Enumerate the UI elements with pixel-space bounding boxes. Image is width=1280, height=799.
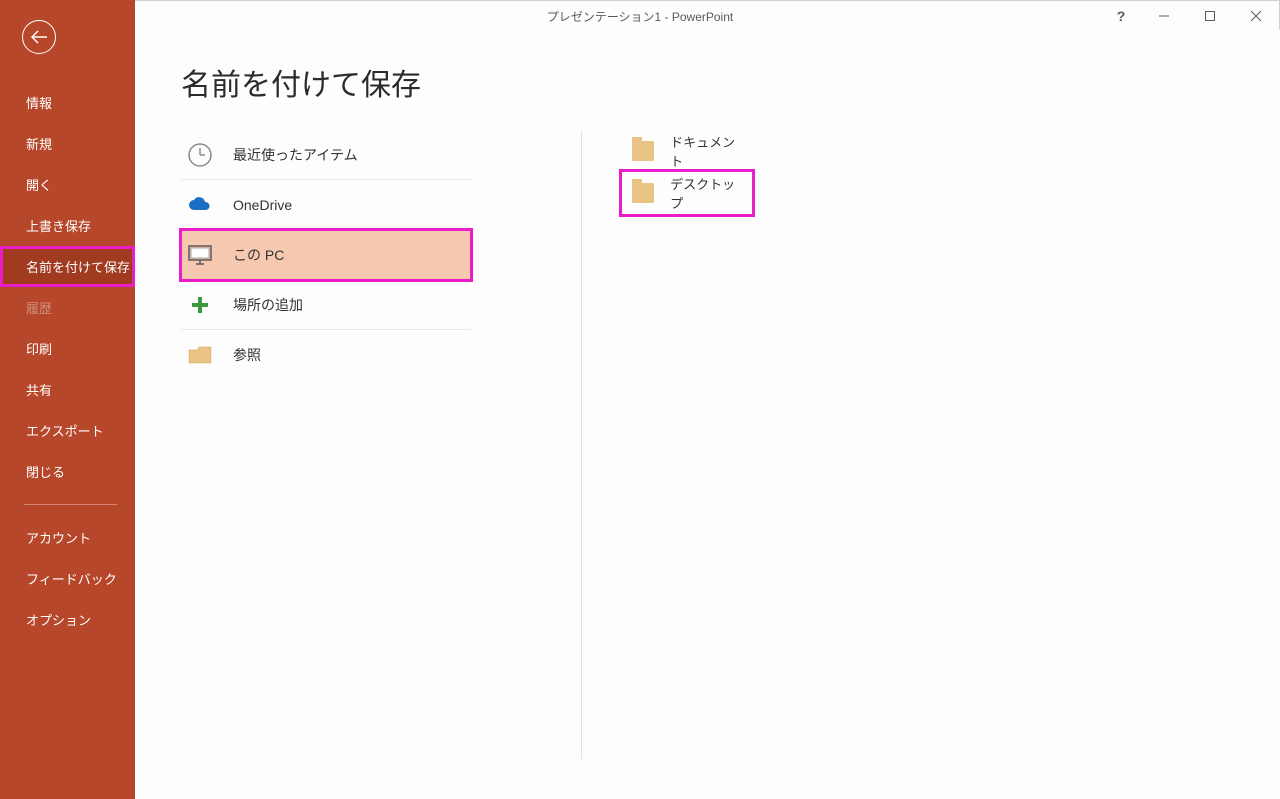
window-title: プレゼンテーション1 - PowerPoint: [547, 8, 733, 25]
close-button[interactable]: [1233, 1, 1279, 31]
arrow-left-icon: [30, 30, 48, 44]
sidebar-item-label: 情報: [26, 96, 52, 111]
location-this-pc[interactable]: この PC: [181, 230, 471, 280]
sidebar-item-label: オプション: [26, 613, 91, 628]
sidebar-item-label: 印刷: [26, 342, 52, 357]
pc-icon: [187, 242, 213, 268]
location-label: 場所の追加: [233, 295, 303, 315]
minimize-icon: [1158, 10, 1170, 22]
sidebar-item-feedback[interactable]: フィードバック: [0, 558, 135, 599]
clock-icon: [187, 142, 213, 168]
location-label: 最近使ったアイテム: [233, 145, 358, 165]
save-locations-list: 最近使ったアイテム OneDrive この PC 場所の追加 参照: [181, 130, 471, 799]
sidebar-item-info[interactable]: 情報: [0, 82, 135, 123]
plus-icon: [187, 292, 213, 318]
location-label: OneDrive: [233, 197, 292, 213]
sidebar-item-label: 開く: [26, 178, 52, 193]
help-button[interactable]: ?: [1101, 1, 1141, 31]
sidebar-item-label: 共有: [26, 383, 52, 398]
sidebar-item-label: 閉じる: [26, 465, 65, 480]
folder-icon: [187, 342, 213, 368]
back-button[interactable]: [22, 20, 56, 54]
folder-icon: [632, 183, 654, 203]
location-label: この PC: [233, 245, 284, 265]
folder-desktop[interactable]: デスクトップ: [622, 172, 752, 214]
minimize-button[interactable]: [1141, 1, 1187, 31]
folder-label: デスクトップ: [670, 174, 742, 212]
location-browse[interactable]: 参照: [181, 330, 471, 380]
window-controls: ?: [1101, 1, 1279, 31]
sidebar-item-export[interactable]: エクスポート: [0, 410, 135, 451]
maximize-button[interactable]: [1187, 1, 1233, 31]
backstage-sidebar: 情報 新規 開く 上書き保存 名前を付けて保存 履歴 印刷 共有 エクスポート …: [0, 0, 135, 799]
location-add-place[interactable]: 場所の追加: [181, 280, 471, 330]
sidebar-item-account[interactable]: アカウント: [0, 517, 135, 558]
folder-icon: [632, 141, 654, 161]
sidebar-item-save[interactable]: 上書き保存: [0, 205, 135, 246]
sidebar-item-new[interactable]: 新規: [0, 123, 135, 164]
sidebar-item-label: フィードバック: [26, 572, 117, 587]
vertical-divider: [581, 130, 582, 759]
location-onedrive[interactable]: OneDrive: [181, 180, 471, 230]
sidebar-item-open[interactable]: 開く: [0, 164, 135, 205]
location-label: 参照: [233, 345, 261, 365]
sidebar-item-share[interactable]: 共有: [0, 369, 135, 410]
sidebar-item-close[interactable]: 閉じる: [0, 451, 135, 492]
cloud-icon: [187, 192, 213, 218]
sidebar-item-options[interactable]: オプション: [0, 599, 135, 640]
maximize-icon: [1204, 10, 1216, 22]
content-area: 名前を付けて保存 最近使ったアイテム OneDrive この PC 場所の追: [135, 30, 1280, 799]
sidebar-item-label: エクスポート: [26, 424, 104, 439]
titlebar: プレゼンテーション1 - PowerPoint ?: [1, 1, 1279, 31]
sidebar-item-label: 名前を付けて保存: [26, 260, 130, 275]
folder-label: ドキュメント: [670, 132, 742, 170]
folder-list: ドキュメント デスクトップ: [622, 130, 752, 799]
folder-documents[interactable]: ドキュメント: [622, 130, 752, 172]
location-recent[interactable]: 最近使ったアイテム: [181, 130, 471, 180]
sidebar-item-label: 履歴: [26, 301, 52, 316]
close-icon: [1250, 10, 1262, 22]
sidebar-item-label: 上書き保存: [26, 219, 91, 234]
sidebar-item-history: 履歴: [0, 287, 135, 328]
sidebar-item-print[interactable]: 印刷: [0, 328, 135, 369]
sidebar-item-save-as[interactable]: 名前を付けて保存: [0, 246, 135, 287]
sidebar-item-label: 新規: [26, 137, 52, 152]
sidebar-item-label: アカウント: [26, 531, 91, 546]
page-title: 名前を付けて保存: [181, 60, 421, 104]
sidebar-divider: [24, 504, 117, 505]
